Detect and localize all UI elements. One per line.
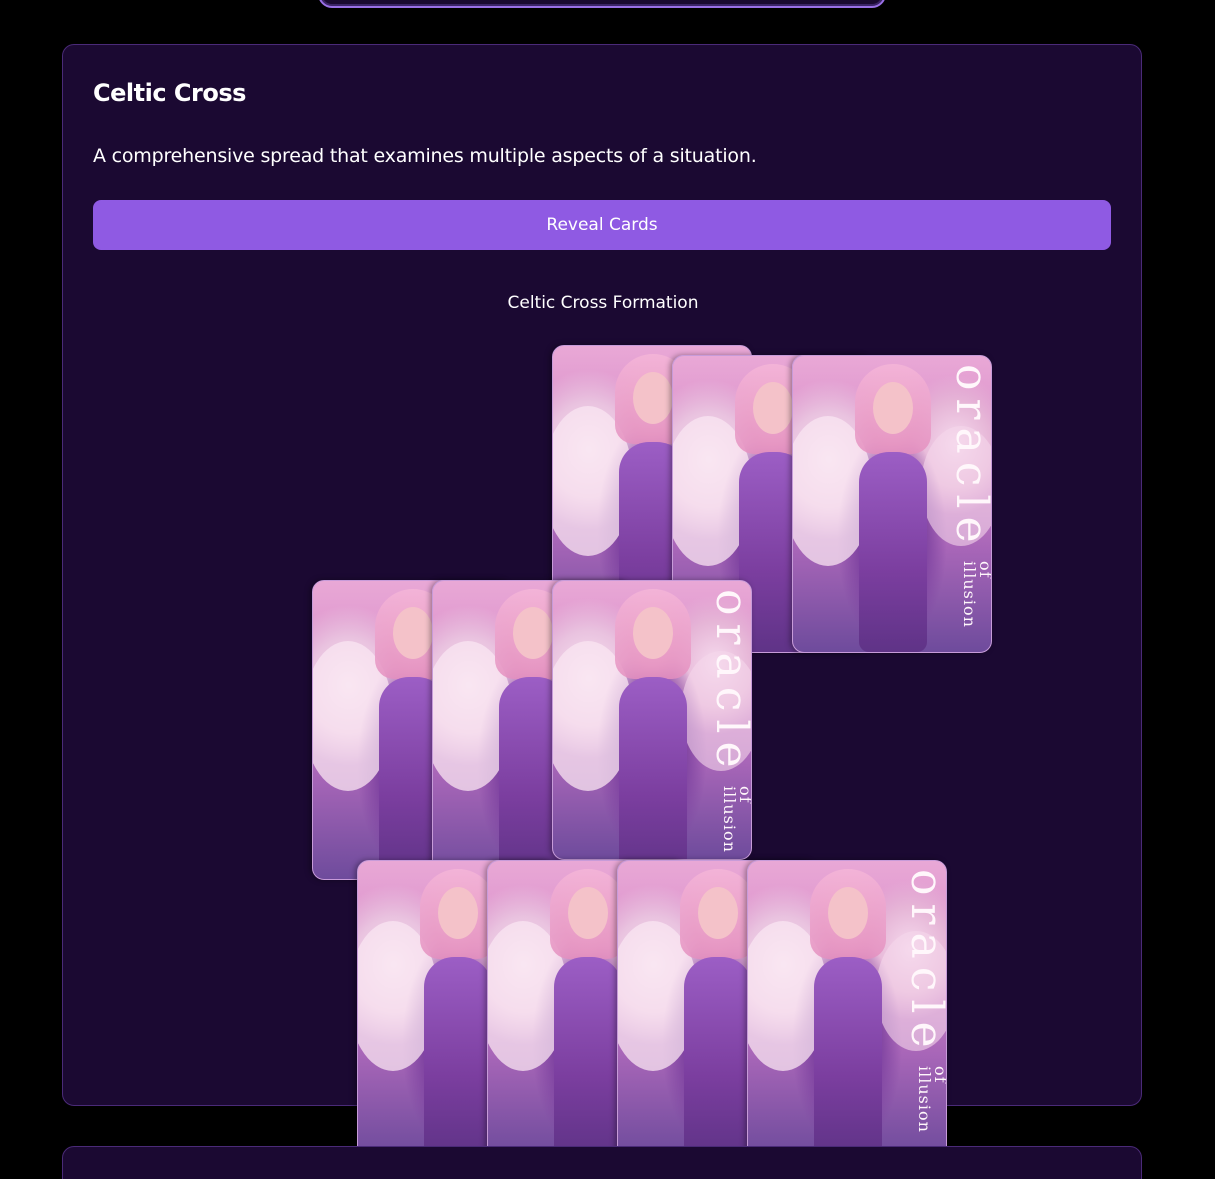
tarot-card[interactable]: oracle of illusion	[552, 580, 752, 860]
spread-title: Celtic Cross	[93, 79, 246, 107]
card-brand-sub: of illusion	[960, 560, 992, 628]
card-branding: oracle of illusion	[693, 589, 752, 859]
card-brand-sub: of illusion	[720, 785, 752, 853]
tarot-card[interactable]: oracle of illusion	[747, 860, 947, 1158]
card-branding: oracle of illusion	[933, 364, 992, 646]
spread-description: A comprehensive spread that examines mul…	[93, 145, 757, 167]
card-brand-sub: of illusion	[915, 1065, 947, 1133]
card-brand-main: oracle	[706, 589, 752, 776]
card-brand-main: oracle	[901, 869, 947, 1056]
tarot-card[interactable]: oracle of illusion	[792, 355, 992, 653]
card-brand-main: oracle	[946, 364, 992, 551]
formation-title: Celtic Cross Formation	[507, 293, 699, 313]
previous-panel-edge	[318, 0, 886, 8]
next-spread-panel	[62, 1146, 1142, 1179]
reveal-cards-button[interactable]: Reveal Cards	[93, 200, 1111, 250]
page: Celtic Cross A comprehensive spread that…	[0, 0, 1215, 1179]
card-branding: oracle of illusion	[888, 869, 947, 1151]
spread-panel: Celtic Cross A comprehensive spread that…	[62, 44, 1142, 1158]
